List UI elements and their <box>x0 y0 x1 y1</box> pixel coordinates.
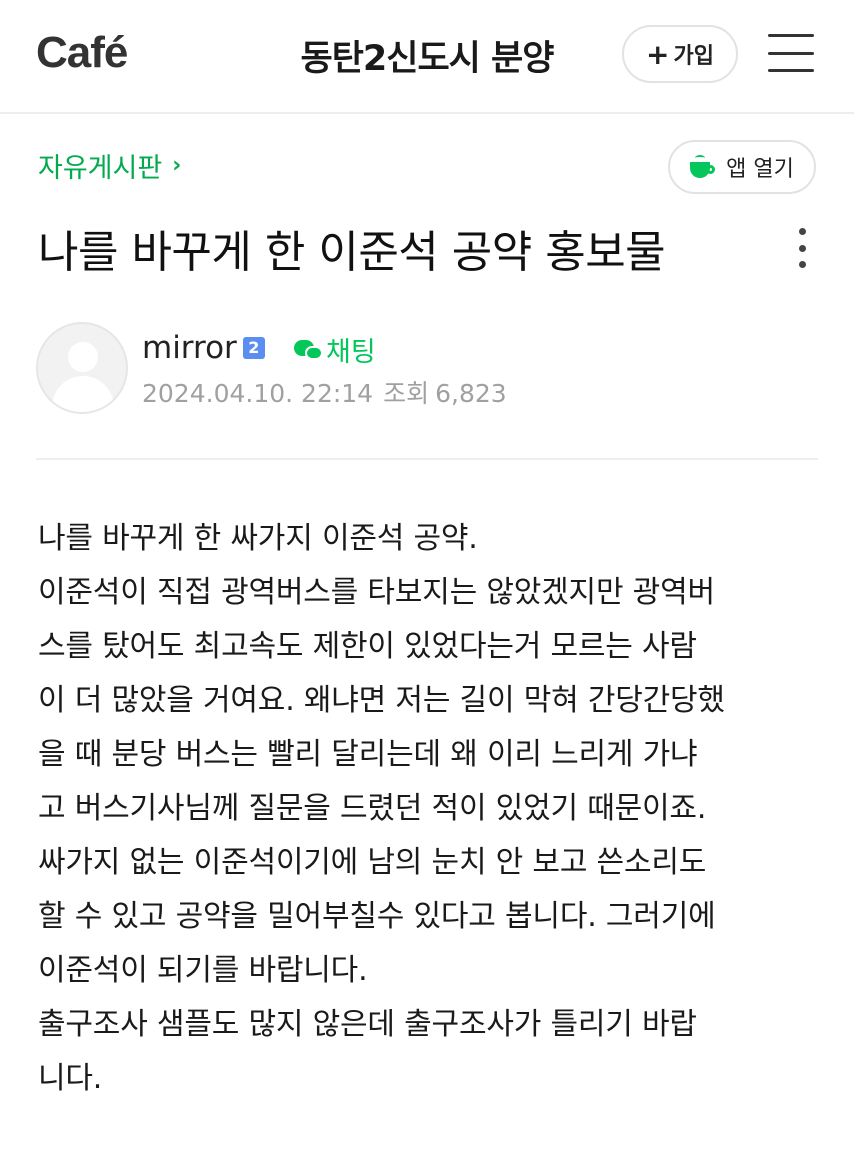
divider <box>36 458 818 460</box>
body-line: 이준석이 되기를 바랍니다. <box>38 953 368 988</box>
body-line: 나를 바꾸게 한 싸가지 이준석 공약. <box>38 521 478 556</box>
more-options-icon[interactable] <box>796 228 808 268</box>
chat-bubble-icon <box>294 338 324 362</box>
post-title: 나를 바꾸게 한 이준석 공약 홍보물 <box>38 227 666 278</box>
coffee-cup-icon <box>690 155 716 178</box>
author-name[interactable]: mirror 2 <box>142 330 265 366</box>
body-line: 스를 탔어도 최고속도 제한이 있었다는거 모르는 사람 <box>38 629 697 664</box>
top-header: Café 동탄2신도시 분양 + 가입 <box>0 0 854 114</box>
board-breadcrumb[interactable]: 자유게시판 › <box>38 146 181 185</box>
author-nickname: mirror <box>142 330 237 366</box>
post-date: 2024.04.10. 22:14 <box>142 379 374 408</box>
join-button[interactable]: + 가입 <box>622 25 738 83</box>
post-meta: 2024.04.10. 22:14 조회 6,823 <box>142 374 507 410</box>
post-body: 나를 바꾸게 한 싸가지 이준석 공약. 이준석이 직접 광역버스를 타보지는 … <box>38 512 828 1106</box>
join-label: 가입 <box>673 44 714 69</box>
body-line: 출구조사 샘플도 많지 않은데 출구조사가 틀리기 바랍 <box>38 1007 697 1042</box>
chat-button[interactable]: 채팅 <box>294 330 376 369</box>
avatar[interactable] <box>36 322 128 414</box>
chat-label: 채팅 <box>326 337 376 368</box>
open-app-button[interactable]: 앱 열기 <box>668 140 816 194</box>
view-count: 6,823 <box>435 379 507 408</box>
body-line: 고 버스기사님께 질문을 드렸던 적이 있었기 때문이죠. <box>38 791 707 826</box>
member-level-badge: 2 <box>242 337 265 359</box>
chevron-right-icon: › <box>172 153 182 178</box>
body-line: 할 수 있고 공약을 밀어부칠수 있다고 봅니다. 그러기에 <box>38 899 716 934</box>
body-line: 니다. <box>38 1061 103 1096</box>
body-line: 이준석이 직접 광역버스를 타보지는 않았겠지만 광역버 <box>38 575 715 610</box>
plus-icon: + <box>646 37 670 71</box>
views-label: 조회 <box>383 379 430 408</box>
body-line: 이 더 많았을 거여요. 왜냐면 저는 길이 막혀 간당간당했 <box>38 683 725 718</box>
body-line: 싸가지 없는 이준석이기에 남의 눈치 안 보고 쓴소리도 <box>38 845 707 880</box>
board-name: 자유게시판 <box>38 153 163 184</box>
open-app-label: 앱 열기 <box>726 157 794 182</box>
body-line: 을 때 분당 버스는 빨리 달리는데 왜 이리 느리게 가냐 <box>38 737 698 772</box>
hamburger-icon[interactable] <box>768 34 814 72</box>
